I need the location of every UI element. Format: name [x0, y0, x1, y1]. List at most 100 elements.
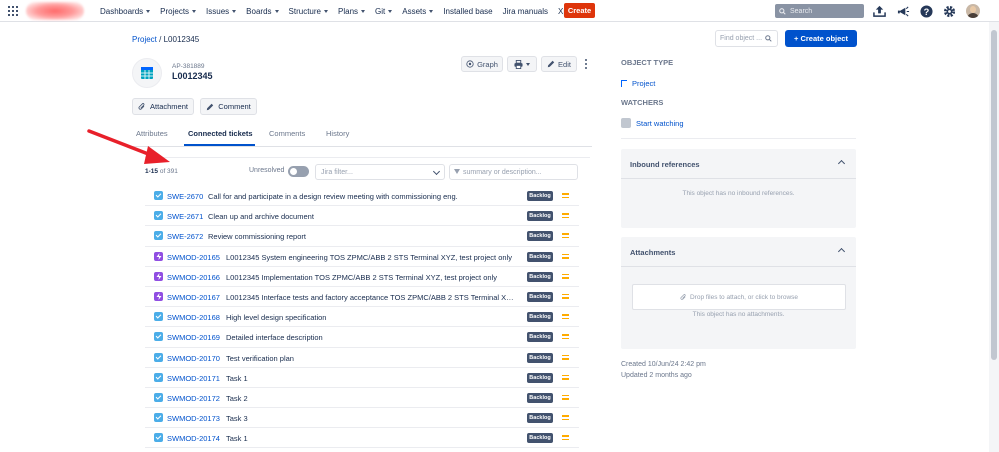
table-row[interactable]: SWE-2672 Review commissioning report Backl… — [145, 226, 579, 247]
more-actions-icon[interactable] — [584, 59, 588, 69]
priority-medium-icon — [562, 414, 569, 421]
upload-icon[interactable] — [872, 4, 886, 18]
attachments-title: Attachments — [630, 248, 676, 257]
table-row[interactable]: SWMOD-20166 L0012345 Implementation TOS Z… — [145, 267, 579, 287]
nav-menu-assets[interactable]: Assets — [397, 7, 438, 16]
search-icon — [779, 7, 786, 15]
attachment-dropzone[interactable]: Drop files to attach, or click to browse — [632, 284, 846, 310]
priority-medium-icon — [562, 354, 569, 361]
ticket-key-link[interactable]: SWMOD-20174 — [167, 434, 220, 443]
graph-icon — [466, 60, 474, 68]
nav-menu-structure[interactable]: Structure — [284, 7, 333, 16]
task-type-icon — [154, 392, 163, 402]
ticket-key-link[interactable]: SWMOD-20173 — [167, 414, 220, 423]
task-type-icon — [154, 191, 163, 200]
scrollbar-thumb[interactable] — [991, 30, 997, 360]
table-row[interactable]: SWMOD-20167 L0012345 Interface tests and … — [145, 287, 579, 308]
table-row[interactable]: SWE-2671 Clean up and archive document Bac… — [145, 206, 579, 227]
start-watching-button[interactable]: Start watching — [621, 118, 684, 128]
company-logo[interactable] — [26, 2, 84, 20]
help-icon[interactable]: ? — [919, 4, 933, 18]
comment-button[interactable]: Comment — [200, 98, 257, 115]
find-object-input[interactable]: Find object ... — [715, 30, 778, 47]
status-badge: Backlog — [527, 231, 553, 242]
unresolved-toggle[interactable] — [288, 166, 309, 177]
ticket-key-link[interactable]: SWMOD-20171 — [167, 374, 220, 383]
ticket-summary: High level design specification — [226, 313, 327, 323]
nav-menu-issues[interactable]: Issues — [201, 7, 241, 16]
svg-text:?: ? — [923, 6, 929, 16]
unresolved-label: Unresolved — [249, 167, 285, 174]
top-navigation: Dashboards Projects Issues Boards Structure P… — [0, 0, 999, 22]
app-switcher-icon[interactable] — [8, 6, 18, 16]
ticket-key-link[interactable]: SWMOD-20169 — [167, 333, 220, 342]
ticket-summary: Call for and participate in a design rev… — [208, 192, 458, 201]
updated-date: Updated 2 months ago — [621, 372, 692, 379]
summary-filter-input[interactable]: summary or description... — [449, 164, 578, 180]
table-row[interactable]: SWMOD-20165 L0012345 System engineering T… — [145, 247, 579, 267]
nav-menu-git[interactable]: Git — [370, 7, 397, 16]
table-row[interactable]: SWMOD-20168 High level design specificati… — [145, 307, 579, 328]
divider — [621, 266, 856, 267]
nav-menu-dashboards[interactable]: Dashboards — [95, 7, 155, 16]
table-row[interactable]: SWMOD-20174 Task 1 Backlog — [145, 428, 579, 449]
nav-menu-label: Assets — [402, 6, 427, 16]
ticket-key-link[interactable]: SWE-2671 — [167, 212, 203, 221]
ticket-summary: Task 3 — [226, 414, 248, 424]
ticket-key-link[interactable]: SWE-2672 — [167, 232, 203, 241]
ticket-key-link[interactable]: SWMOD-20170 — [167, 354, 220, 363]
chevron-down-icon — [429, 9, 434, 13]
edit-button[interactable]: Edit — [541, 56, 577, 72]
table-row[interactable]: SWMOD-20172 Task 2 Backlog — [145, 388, 579, 409]
tab-comments[interactable]: Comments — [269, 129, 305, 138]
table-row[interactable]: SWMOD-20173 Task 3 Backlog — [145, 408, 579, 429]
table-row[interactable]: SWMOD-20171 Task 1 Backlog — [145, 368, 579, 388]
table-row[interactable]: SWMOD-20169 Detailed interface descriptio… — [145, 327, 579, 348]
object-type-link[interactable]: Project — [621, 79, 655, 88]
ticket-key-link[interactable]: SWE-2670 — [167, 192, 203, 201]
avatar[interactable] — [966, 4, 980, 18]
attachment-button[interactable]: Attachment — [132, 98, 194, 115]
ticket-key-link[interactable]: SWMOD-20168 — [167, 313, 220, 322]
ticket-summary: Task 2 — [226, 393, 248, 403]
create-button[interactable]: Create — [564, 3, 595, 18]
page-scrollbar[interactable] — [989, 22, 999, 452]
chevron-down-icon — [274, 9, 279, 13]
nav-menu-installed-base[interactable]: Installed base — [438, 7, 497, 16]
paperclip-icon — [138, 102, 145, 110]
task-type-icon — [154, 211, 163, 221]
start-watching-label: Start watching — [636, 118, 684, 128]
breadcrumb: Project / L0012345 — [132, 35, 199, 44]
ticket-key-link[interactable]: SWMOD-20167 — [167, 293, 220, 302]
ticket-key-link[interactable]: SWMOD-20172 — [167, 394, 220, 403]
tab-history[interactable]: History — [326, 129, 349, 138]
paperclip-icon — [680, 293, 686, 300]
chevron-up-icon[interactable] — [837, 247, 846, 256]
ticket-summary: Task 1 — [226, 373, 248, 383]
ticket-summary: Review commissioning report — [208, 232, 306, 242]
ticket-summary: Test verification plan — [226, 353, 294, 363]
table-row[interactable]: SWMOD-20170 Test verification plan Backlog — [145, 348, 579, 368]
nav-menu-jira-manuals[interactable]: Jira manuals — [498, 7, 553, 16]
table-row[interactable]: SWE-2670 Call for and participate in a de… — [145, 186, 579, 207]
tab-connected-tickets[interactable]: Connected tickets — [188, 129, 253, 138]
priority-medium-icon — [562, 313, 569, 320]
print-button[interactable] — [507, 56, 537, 72]
nav-menu-boards[interactable]: Boards — [241, 7, 283, 16]
nav-menu-projects[interactable]: Projects — [155, 7, 201, 16]
create-object-button[interactable]: + Create object — [785, 30, 857, 47]
jira-filter-select[interactable]: Jira filter... — [315, 164, 445, 180]
object-tabs: Attributes Connected tickets Comments Hi… — [132, 124, 592, 147]
epic-type-icon — [154, 291, 163, 301]
graph-button[interactable]: Graph — [461, 56, 503, 72]
ticket-key-link[interactable]: SWMOD-20165 — [167, 253, 220, 262]
search-input[interactable]: Search — [775, 4, 864, 18]
status-badge: Backlog — [527, 251, 553, 262]
chevron-up-icon[interactable] — [837, 159, 846, 168]
chevron-down-icon — [232, 9, 237, 13]
breadcrumb-parent[interactable]: Project — [132, 35, 157, 44]
notifications-icon[interactable] — [896, 4, 910, 18]
settings-icon[interactable] — [942, 4, 956, 18]
nav-menu-plans[interactable]: Plans — [333, 7, 370, 16]
ticket-key-link[interactable]: SWMOD-20166 — [167, 273, 220, 282]
